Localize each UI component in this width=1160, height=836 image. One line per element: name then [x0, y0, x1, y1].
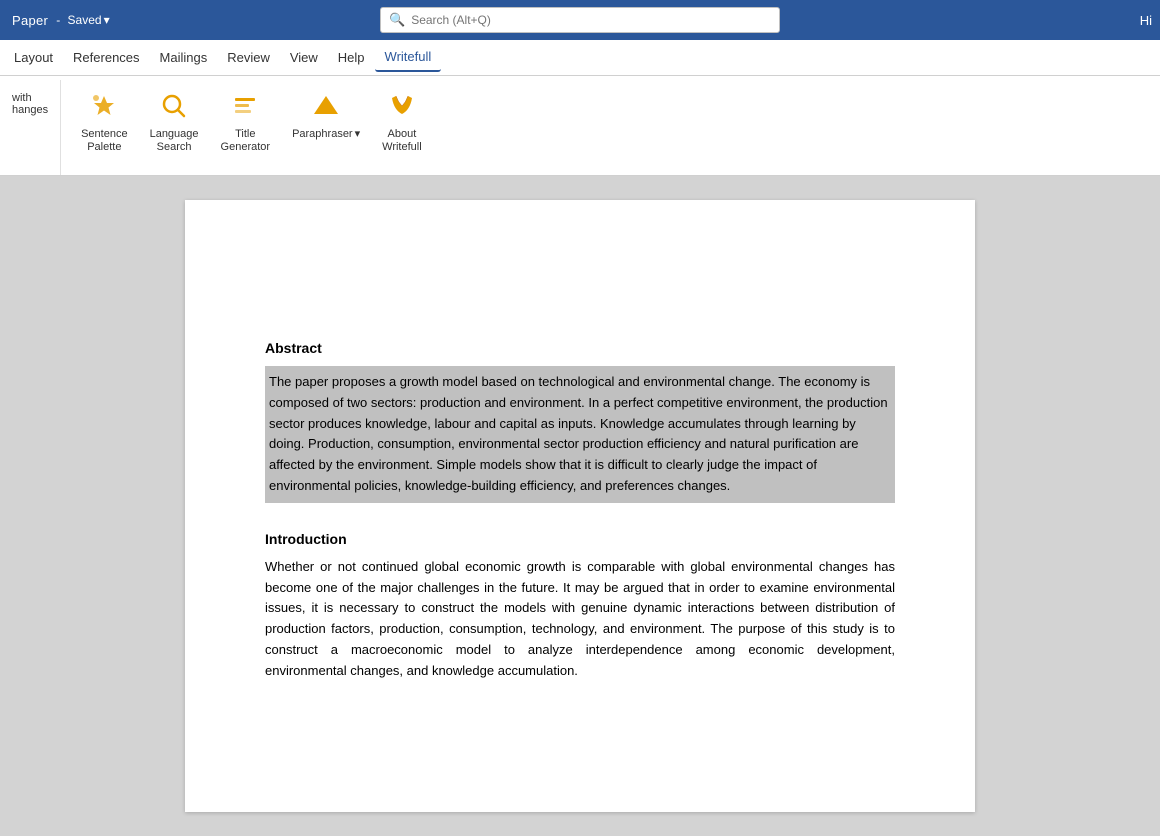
ribbon-writefull-group: SentencePalette LanguageSearch TitleG — [61, 80, 442, 175]
introduction-section: Introduction Whether or not continued gl… — [265, 531, 895, 682]
search-icon: 🔍 — [389, 12, 405, 28]
menu-bar: Layout References Mailings Review View H… — [0, 40, 1160, 76]
language-search-button[interactable]: LanguageSearch — [142, 84, 207, 158]
menu-layout[interactable]: Layout — [4, 44, 63, 71]
paraphraser-icon — [308, 88, 344, 124]
title-generator-icon — [227, 88, 263, 124]
abstract-section: Abstract The paper proposes a growth mod… — [265, 340, 895, 503]
ribbon: withhanges SentencePalette LanguageSearc… — [0, 76, 1160, 176]
paraphraser-label: Paraphraser ▾ — [292, 128, 360, 141]
sentence-palette-icon — [86, 88, 122, 124]
title-bar-right: Hi — [1140, 0, 1160, 40]
menu-writefull[interactable]: Writefull — [375, 43, 442, 72]
saved-label: - — [56, 13, 60, 27]
menu-review[interactable]: Review — [217, 44, 280, 71]
sentence-palette-label: SentencePalette — [81, 128, 127, 154]
doc-title: Paper — [12, 13, 48, 28]
sentence-palette-button[interactable]: SentencePalette — [73, 84, 135, 158]
search-input[interactable] — [411, 13, 771, 27]
document-page[interactable]: Abstract The paper proposes a growth mod… — [185, 200, 975, 812]
about-writefull-button[interactable]: AboutWritefull — [374, 84, 430, 158]
saved-status[interactable]: - Saved ▾ — [56, 13, 109, 27]
abstract-text: The paper proposes a growth model based … — [269, 374, 888, 493]
title-generator-label: TitleGenerator — [221, 128, 271, 154]
intro-text: Whether or not continued global economic… — [265, 557, 895, 682]
saved-caret: ▾ — [104, 13, 110, 27]
document-area: Abstract The paper proposes a growth mod… — [0, 176, 1160, 836]
language-search-label: LanguageSearch — [150, 128, 199, 154]
menu-references[interactable]: References — [63, 44, 149, 71]
search-bar[interactable]: 🔍 — [380, 7, 780, 33]
ribbon-left-group: withhanges — [0, 80, 61, 175]
menu-help[interactable]: Help — [328, 44, 375, 71]
menu-mailings[interactable]: Mailings — [150, 44, 218, 71]
about-writefull-icon — [384, 88, 420, 124]
language-search-icon — [156, 88, 192, 124]
paraphraser-button[interactable]: Paraphraser ▾ — [284, 84, 368, 145]
paraphraser-caret: ▾ — [355, 128, 361, 141]
menu-view[interactable]: View — [280, 44, 328, 71]
title-bar: Paper - Saved ▾ 🔍 Hi — [0, 0, 1160, 40]
abstract-text-block: The paper proposes a growth model based … — [265, 366, 895, 503]
saved-text: Saved — [68, 13, 102, 27]
user-label: Hi — [1140, 13, 1152, 28]
intro-heading: Introduction — [265, 531, 895, 547]
ribbon-left-label: withhanges — [12, 84, 48, 116]
title-generator-button[interactable]: TitleGenerator — [213, 84, 279, 158]
about-writefull-label: AboutWritefull — [382, 128, 422, 154]
abstract-heading: Abstract — [265, 340, 895, 356]
